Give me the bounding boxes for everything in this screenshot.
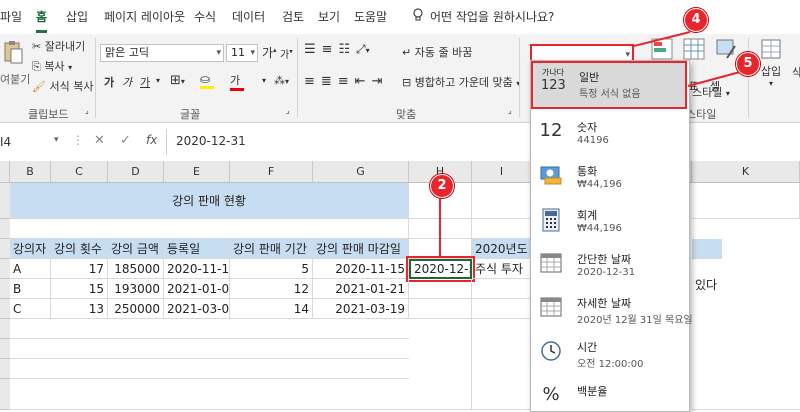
arrow-line — [687, 71, 741, 87]
annotation-badge-2: 2 — [430, 174, 454, 198]
arrow-line — [633, 31, 691, 47]
annotation-arrows — [439, 31, 741, 258]
annotation-badge-5: 5 — [736, 52, 760, 76]
annotation-badge-4: 4 — [684, 8, 708, 32]
